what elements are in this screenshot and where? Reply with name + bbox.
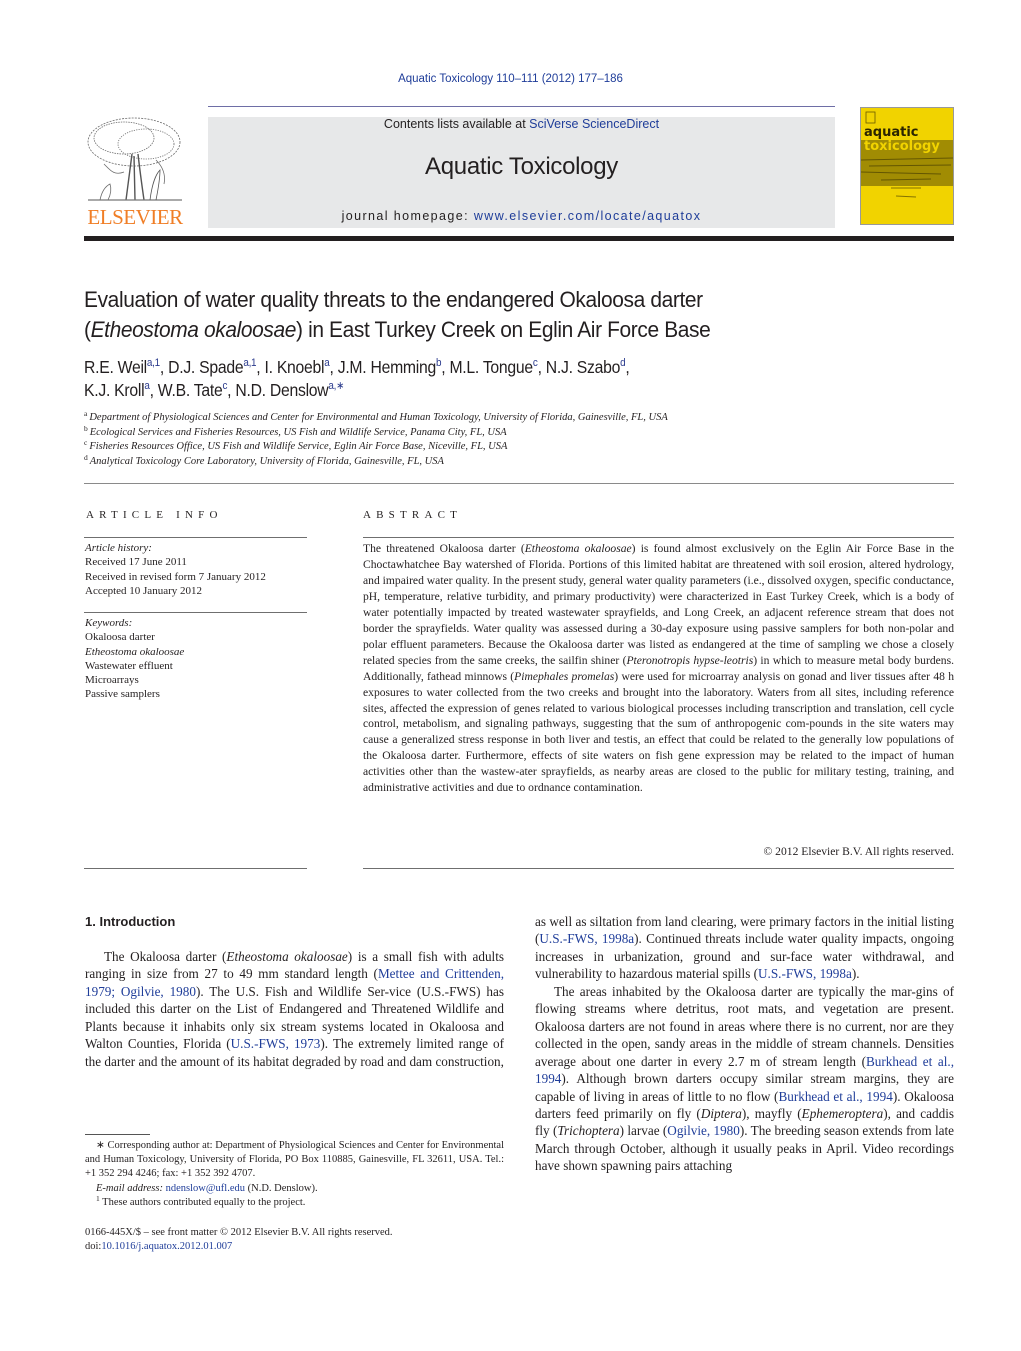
journal-masthead: Contents lists available at SciVerse Sci… bbox=[208, 117, 835, 228]
title-line2: ) in East Turkey Creek on Eglin Air Forc… bbox=[296, 317, 711, 342]
author-affiliation-link[interactable]: a,∗ bbox=[328, 380, 344, 392]
elsevier-logo[interactable]: ELSEVIER bbox=[84, 114, 186, 230]
author-affiliation-link[interactable]: a,1 bbox=[147, 357, 160, 369]
journal-name: Aquatic Toxicology bbox=[425, 153, 618, 180]
citation-link[interactable]: U.S.-FWS, 1998a bbox=[539, 931, 634, 946]
affiliation: a Department of Physiological Sciences an… bbox=[84, 409, 668, 423]
author-affiliation-link[interactable]: a bbox=[324, 357, 330, 369]
author-affiliation-link[interactable]: d bbox=[620, 357, 626, 369]
affiliation: b Ecological Services and Fisheries Resou… bbox=[84, 423, 507, 438]
cover-art-icon: aquatic toxicology bbox=[861, 108, 953, 224]
divider bbox=[363, 537, 954, 538]
equal-contribution-note: 1 These authors contributed equally to t… bbox=[96, 1193, 306, 1208]
article-history: Article history: Received 17 June 2011 R… bbox=[85, 541, 266, 598]
elsevier-wordmark: ELSEVIER bbox=[87, 205, 183, 229]
author[interactable]: R.E. Weil bbox=[84, 357, 147, 377]
homepage-link[interactable]: www.elsevier.com/locate/aquatox bbox=[474, 209, 702, 223]
sciencedirect-link[interactable]: SciVerse ScienceDirect bbox=[529, 117, 659, 131]
author[interactable]: D.J. Spade bbox=[168, 357, 243, 377]
paragraph: as well as siltation from land clearing,… bbox=[535, 914, 955, 982]
abstract-copyright: © 2012 Elsevier B.V. All rights reserved… bbox=[763, 845, 954, 858]
history-item: Received in revised form 7 January 2012 bbox=[85, 570, 266, 583]
affiliation: c Fisheries Resources Office, US Fish and… bbox=[84, 438, 508, 452]
body-column-right: as well as siltation from land clearing,… bbox=[535, 913, 954, 1175]
title-species: Etheostoma okaloosae bbox=[90, 317, 297, 342]
article-title: Evaluation of water quality threats to t… bbox=[84, 287, 711, 342]
title-line1: Evaluation of water quality threats to t… bbox=[84, 287, 703, 312]
author[interactable]: J.M. Hemming bbox=[338, 357, 437, 377]
divider bbox=[363, 868, 954, 869]
section-divider bbox=[84, 483, 954, 484]
divider bbox=[84, 612, 307, 613]
homepage-prefix: journal homepage: bbox=[341, 209, 474, 223]
keyword: Passive samplers bbox=[85, 688, 160, 701]
keyword: Okaloosa darter bbox=[85, 631, 155, 644]
affiliations: a Department of Physiological Sciences an… bbox=[84, 409, 884, 469]
author-list: R.E. Weila,1, D.J. Spadea,1, I. Knoebla,… bbox=[84, 357, 630, 400]
keyword: Microarrays bbox=[85, 674, 139, 687]
author[interactable]: M.L. Tongue bbox=[449, 357, 533, 377]
affiliation: d Analytical Toxicology Core Laboratory, … bbox=[84, 452, 444, 467]
elsevier-tree-icon bbox=[87, 117, 182, 201]
author[interactable]: K.J. Kroll bbox=[84, 380, 145, 400]
author-affiliation-link[interactable]: c bbox=[533, 357, 538, 369]
author[interactable]: W.B. Tate bbox=[158, 380, 223, 400]
contents-availability: Contents lists available at SciVerse Sci… bbox=[208, 117, 835, 131]
cover-title-line2: toxicology bbox=[864, 139, 940, 154]
author-affiliation-link[interactable]: c bbox=[222, 380, 227, 392]
cover-title-line1: aquatic bbox=[864, 125, 918, 140]
author-affiliation-link[interactable]: a,1 bbox=[243, 357, 256, 369]
section-heading-introduction: 1. Introduction bbox=[85, 914, 176, 929]
history-item: Received 17 June 2011 bbox=[85, 556, 187, 569]
keyword: Etheostoma okaloosae bbox=[85, 645, 185, 658]
journal-homepage: journal homepage: www.elsevier.com/locat… bbox=[208, 209, 835, 223]
divider bbox=[84, 868, 307, 869]
author[interactable]: N.J. Szabo bbox=[546, 357, 621, 377]
citation-link[interactable]: Ogilvie, 1980 bbox=[667, 1123, 740, 1138]
contents-prefix: Contents lists available at bbox=[383, 117, 530, 131]
doi-link[interactable]: 10.1016/j.aquatox.2012.01.007 bbox=[101, 1241, 232, 1252]
issn-line: 0166-445X/$ – see front matter © 2012 El… bbox=[85, 1227, 393, 1238]
keyword: Wastewater effluent bbox=[85, 659, 173, 672]
keywords: Keywords: Okaloosa darter Etheostoma oka… bbox=[85, 616, 184, 702]
history-item: Accepted 10 January 2012 bbox=[85, 584, 202, 597]
paragraph: The areas inhabited by the Okaloosa dart… bbox=[535, 983, 955, 1174]
email-link[interactable]: ndenslow@ufl.edu bbox=[166, 1183, 245, 1194]
journal-citation-link[interactable]: Aquatic Toxicology 110–111 (2012) 177–18… bbox=[0, 73, 1021, 85]
author[interactable]: N.D. Denslow bbox=[235, 380, 328, 400]
front-matter: 0166-445X/$ – see front matter © 2012 El… bbox=[85, 1226, 505, 1255]
keywords-header: Keywords: bbox=[85, 617, 133, 629]
footnotes: ∗ Corresponding author at: Department of… bbox=[85, 1139, 504, 1210]
journal-cover-image[interactable]: aquatic toxicology bbox=[860, 107, 954, 225]
corresponding-author-note: ∗ Corresponding author at: Department of… bbox=[85, 1140, 504, 1180]
author[interactable]: I. Knoebl bbox=[265, 357, 325, 377]
abstract-body: The threatened Okaloosa darter (Etheosto… bbox=[363, 542, 955, 795]
footnote-rule bbox=[85, 1134, 150, 1135]
doi-line: doi:10.1016/j.aquatox.2012.01.007 bbox=[85, 1241, 233, 1253]
divider bbox=[84, 537, 307, 538]
citation-link[interactable]: U.S.-FWS, 1973 bbox=[231, 1036, 321, 1051]
paragraph: The Okaloosa darter (Etheostoma okaloosa… bbox=[85, 949, 504, 1069]
header-thick-rule bbox=[84, 236, 954, 241]
header-rule bbox=[208, 106, 835, 107]
email-note: E-mail address: ndenslow@ufl.edu (N.D. D… bbox=[96, 1182, 318, 1194]
article-info-heading: ARTICLE INFO bbox=[86, 509, 223, 521]
author-affiliation-link[interactable]: a bbox=[144, 380, 150, 392]
author-affiliation-link[interactable]: b bbox=[436, 357, 442, 369]
abstract-heading: ABSTRACT bbox=[363, 509, 463, 521]
history-header: Article history: bbox=[85, 542, 152, 554]
citation-link[interactable]: U.S.-FWS, 1998a bbox=[758, 966, 852, 981]
citation-link[interactable]: Burkhead et al., 1994 bbox=[778, 1089, 892, 1104]
body-column-left: The Okaloosa darter (Etheostoma okaloosa… bbox=[85, 948, 504, 1070]
